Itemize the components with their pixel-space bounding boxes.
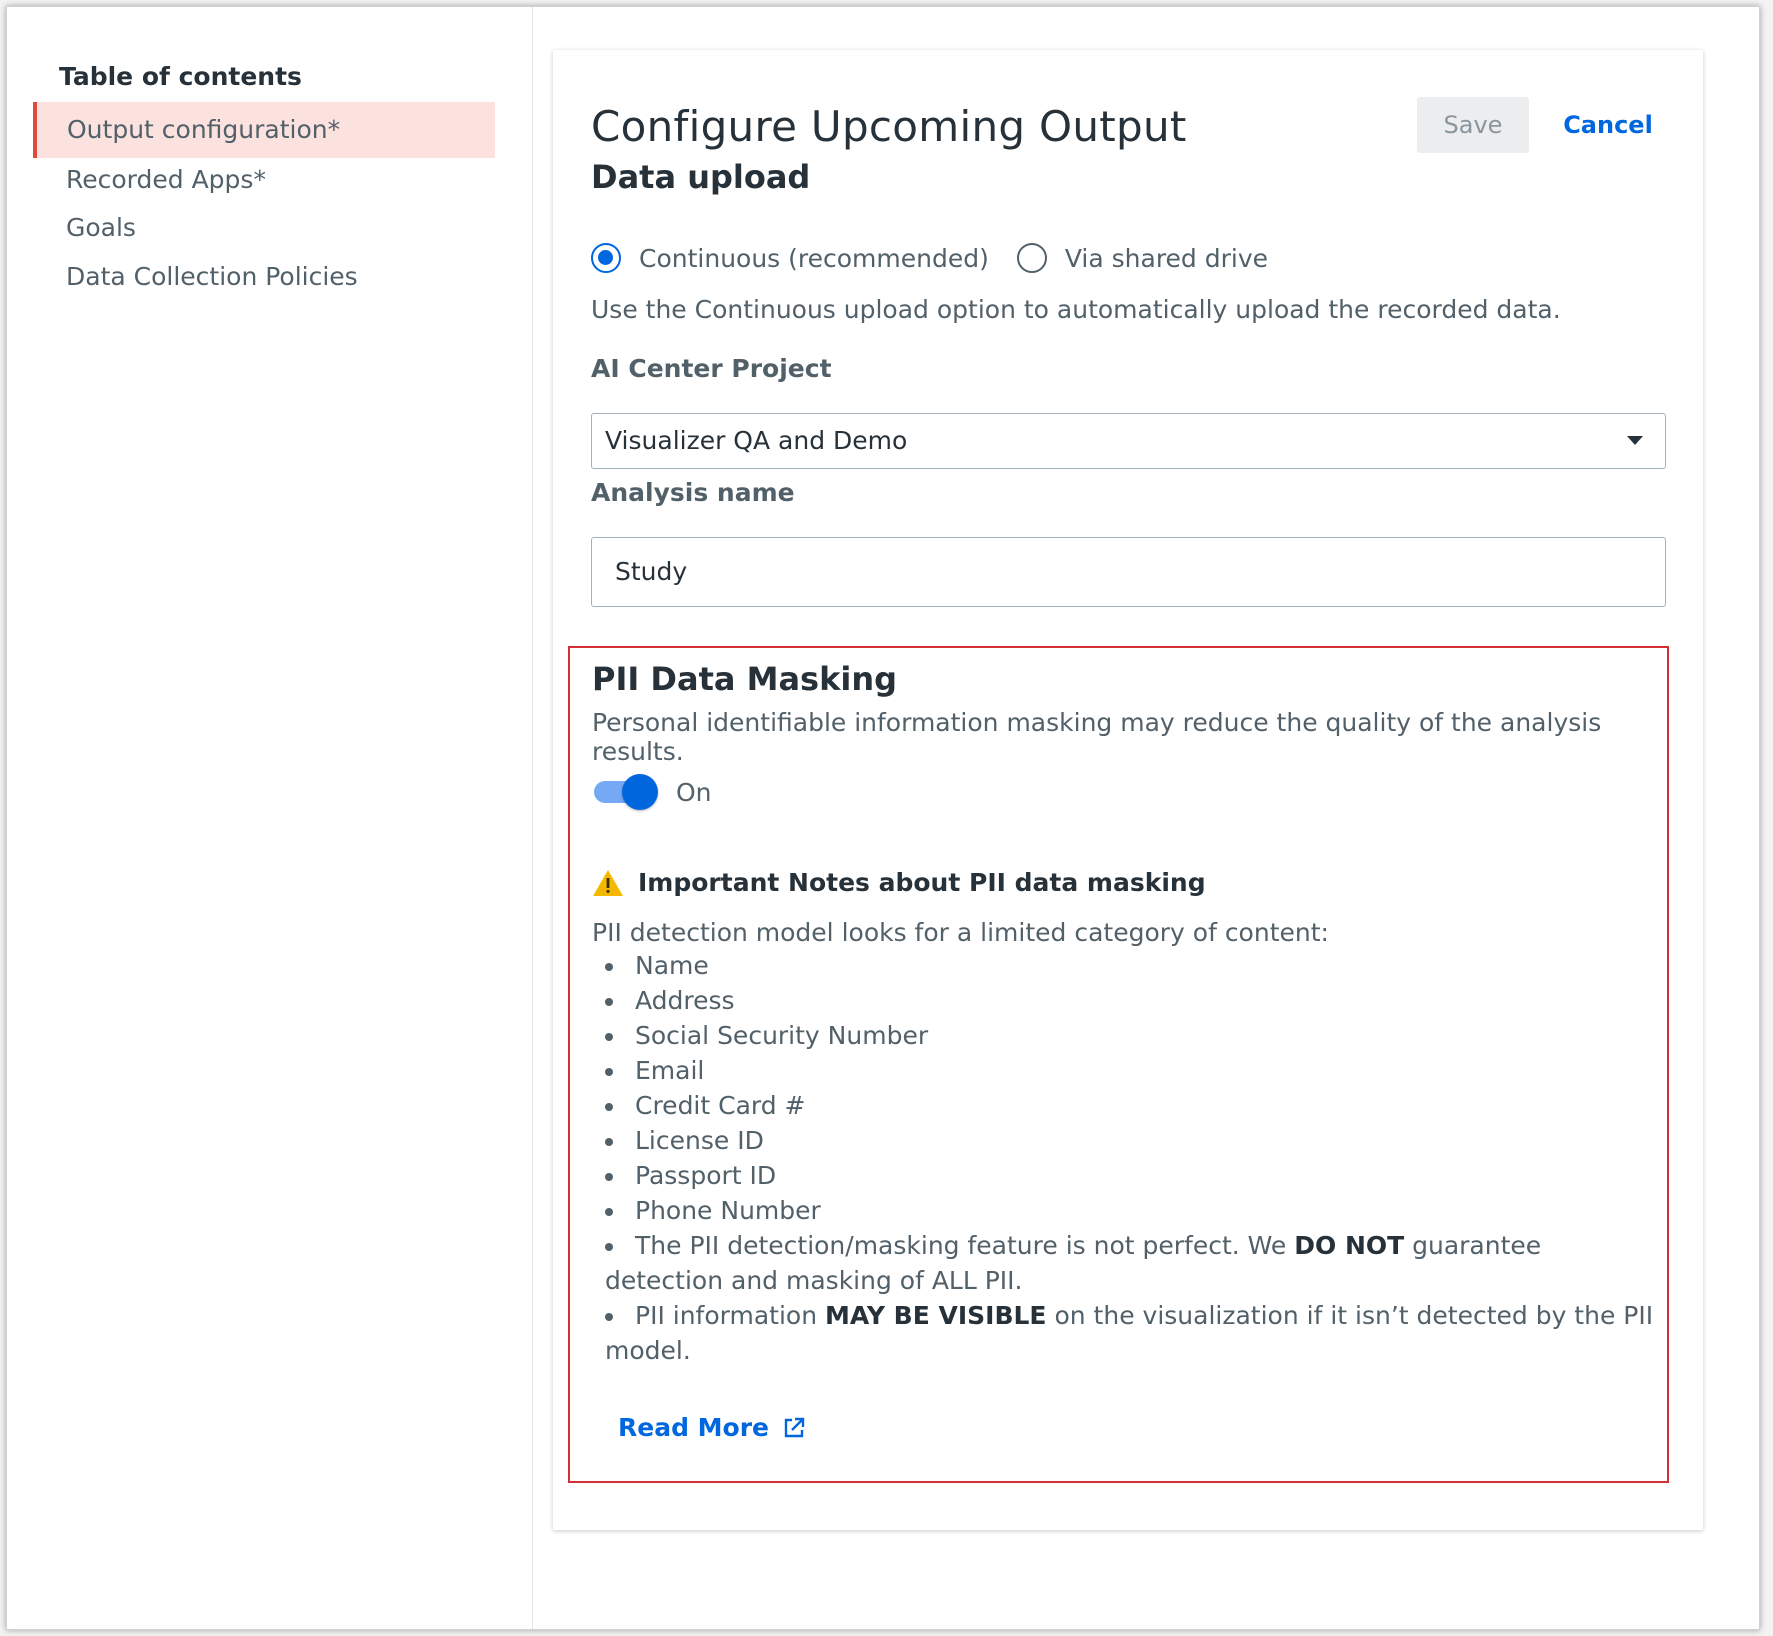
project-select-value: Visualizer QA and Demo <box>605 426 908 455</box>
data-upload-heading: Data upload <box>591 158 811 196</box>
analysis-name-input[interactable]: Study <box>591 537 1666 607</box>
analysis-name-label: Analysis name <box>591 478 795 507</box>
page-title: Configure Upcoming Output <box>591 102 1187 151</box>
pii-title: PII Data Masking <box>592 660 898 698</box>
radio-continuous-label[interactable]: Continuous (recommended) <box>639 244 989 273</box>
pii-description: Personal identifiable information maskin… <box>592 708 1602 766</box>
pii-masking-section: PII Data Masking Personal identifiable i… <box>568 646 1669 1483</box>
list-item: License ID <box>605 1123 928 1158</box>
radio-shared-drive[interactable] <box>1016 243 1047 273</box>
note-may-be-visible: PII information MAY BE VISIBLE on the vi… <box>605 1298 1660 1368</box>
pii-notes-list: The PII detection/masking feature is not… <box>605 1228 1660 1368</box>
toggle-thumb <box>622 774 658 810</box>
radio-shared-drive-label[interactable]: Via shared drive <box>1065 244 1268 273</box>
warning-icon <box>593 869 623 896</box>
upload-radio-group: Continuous (recommended) Via shared driv… <box>591 238 1296 278</box>
list-item: Name <box>605 948 928 983</box>
list-item: Credit Card # <box>605 1088 928 1123</box>
notes-header: Important Notes about PII data masking <box>592 868 1206 897</box>
toc-title: Table of contents <box>59 62 302 91</box>
chevron-down-icon <box>1627 436 1643 445</box>
pii-masking-toggle[interactable] <box>592 774 658 810</box>
project-label: AI Center Project <box>591 354 832 383</box>
list-item: Address <box>605 983 928 1018</box>
list-item: Phone Number <box>605 1193 928 1228</box>
toc-item-output-configuration[interactable]: Output configuration* <box>33 102 495 158</box>
toc-item-goals[interactable]: Goals <box>33 200 495 256</box>
read-more-link[interactable]: Read More <box>618 1413 805 1442</box>
table-of-contents: Table of contents Output configuration* … <box>7 7 533 1629</box>
upload-help-text: Use the Continuous upload option to auto… <box>591 295 1561 324</box>
toc-item-data-collection-policies[interactable]: Data Collection Policies <box>33 249 495 305</box>
external-link-icon <box>784 1417 805 1437</box>
list-item: Social Security Number <box>605 1018 928 1053</box>
output-config-card: Configure Upcoming Output Save Cancel Da… <box>553 50 1703 1530</box>
pii-category-list: Name Address Social Security Number Emai… <box>605 948 928 1228</box>
toggle-label: On <box>676 778 712 807</box>
list-item: Passport ID <box>605 1158 928 1193</box>
list-item: Email <box>605 1053 928 1088</box>
app-window: Table of contents Output configuration* … <box>6 6 1760 1630</box>
notes-title: Important Notes about PII data masking <box>638 868 1206 897</box>
cancel-button[interactable]: Cancel <box>1548 97 1668 153</box>
note-not-perfect: The PII detection/masking feature is not… <box>605 1228 1660 1298</box>
pii-intro: PII detection model looks for a limited … <box>592 918 1329 947</box>
radio-continuous[interactable] <box>591 243 621 273</box>
read-more-label: Read More <box>618 1413 770 1442</box>
save-button[interactable]: Save <box>1417 97 1529 153</box>
project-select[interactable]: Visualizer QA and Demo <box>591 413 1666 469</box>
